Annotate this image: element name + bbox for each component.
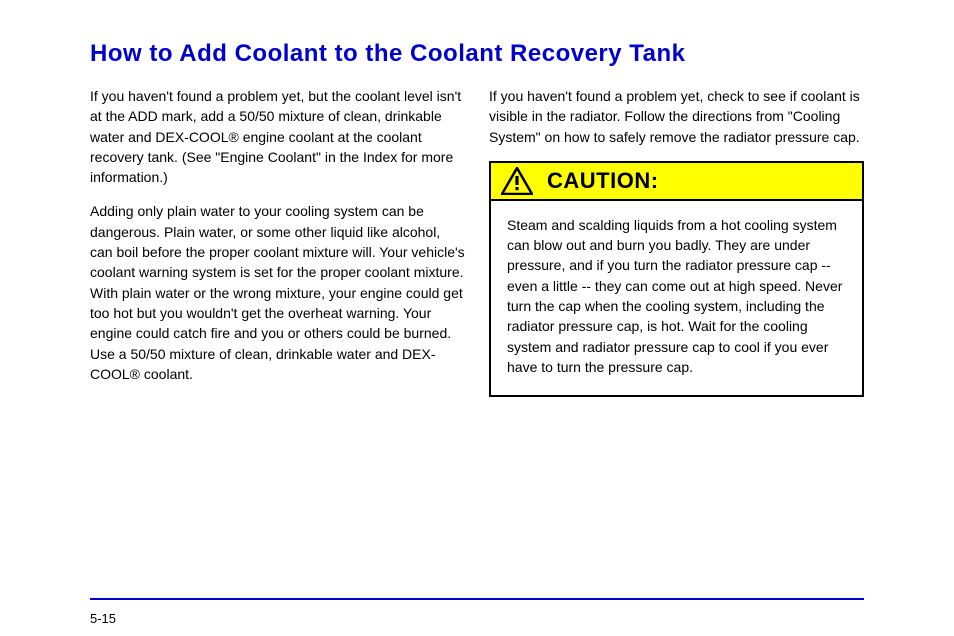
section-heading: How to Add Coolant to the Coolant Recove… [90,40,864,68]
left-paragraph-1: If you haven't found a problem yet, but … [90,86,465,187]
caution-title: CAUTION: [547,168,659,194]
caution-box: CAUTION: Steam and scalding liquids from… [489,161,864,397]
footer-divider [90,598,864,600]
manual-page: How to Add Coolant to the Coolant Recove… [0,0,954,636]
two-column-layout: If you haven't found a problem yet, but … [90,86,864,398]
left-paragraph-2: Adding only plain water to your cooling … [90,201,465,384]
right-intro-paragraph: If you haven't found a problem yet, chec… [489,86,864,147]
page-number: 5-15 [90,611,116,626]
caution-body-text: Steam and scalding liquids from a hot co… [491,201,862,395]
caution-header: CAUTION: [491,163,862,201]
right-column: If you haven't found a problem yet, chec… [489,86,864,398]
warning-triangle-icon [501,167,533,195]
left-column: If you haven't found a problem yet, but … [90,86,465,398]
